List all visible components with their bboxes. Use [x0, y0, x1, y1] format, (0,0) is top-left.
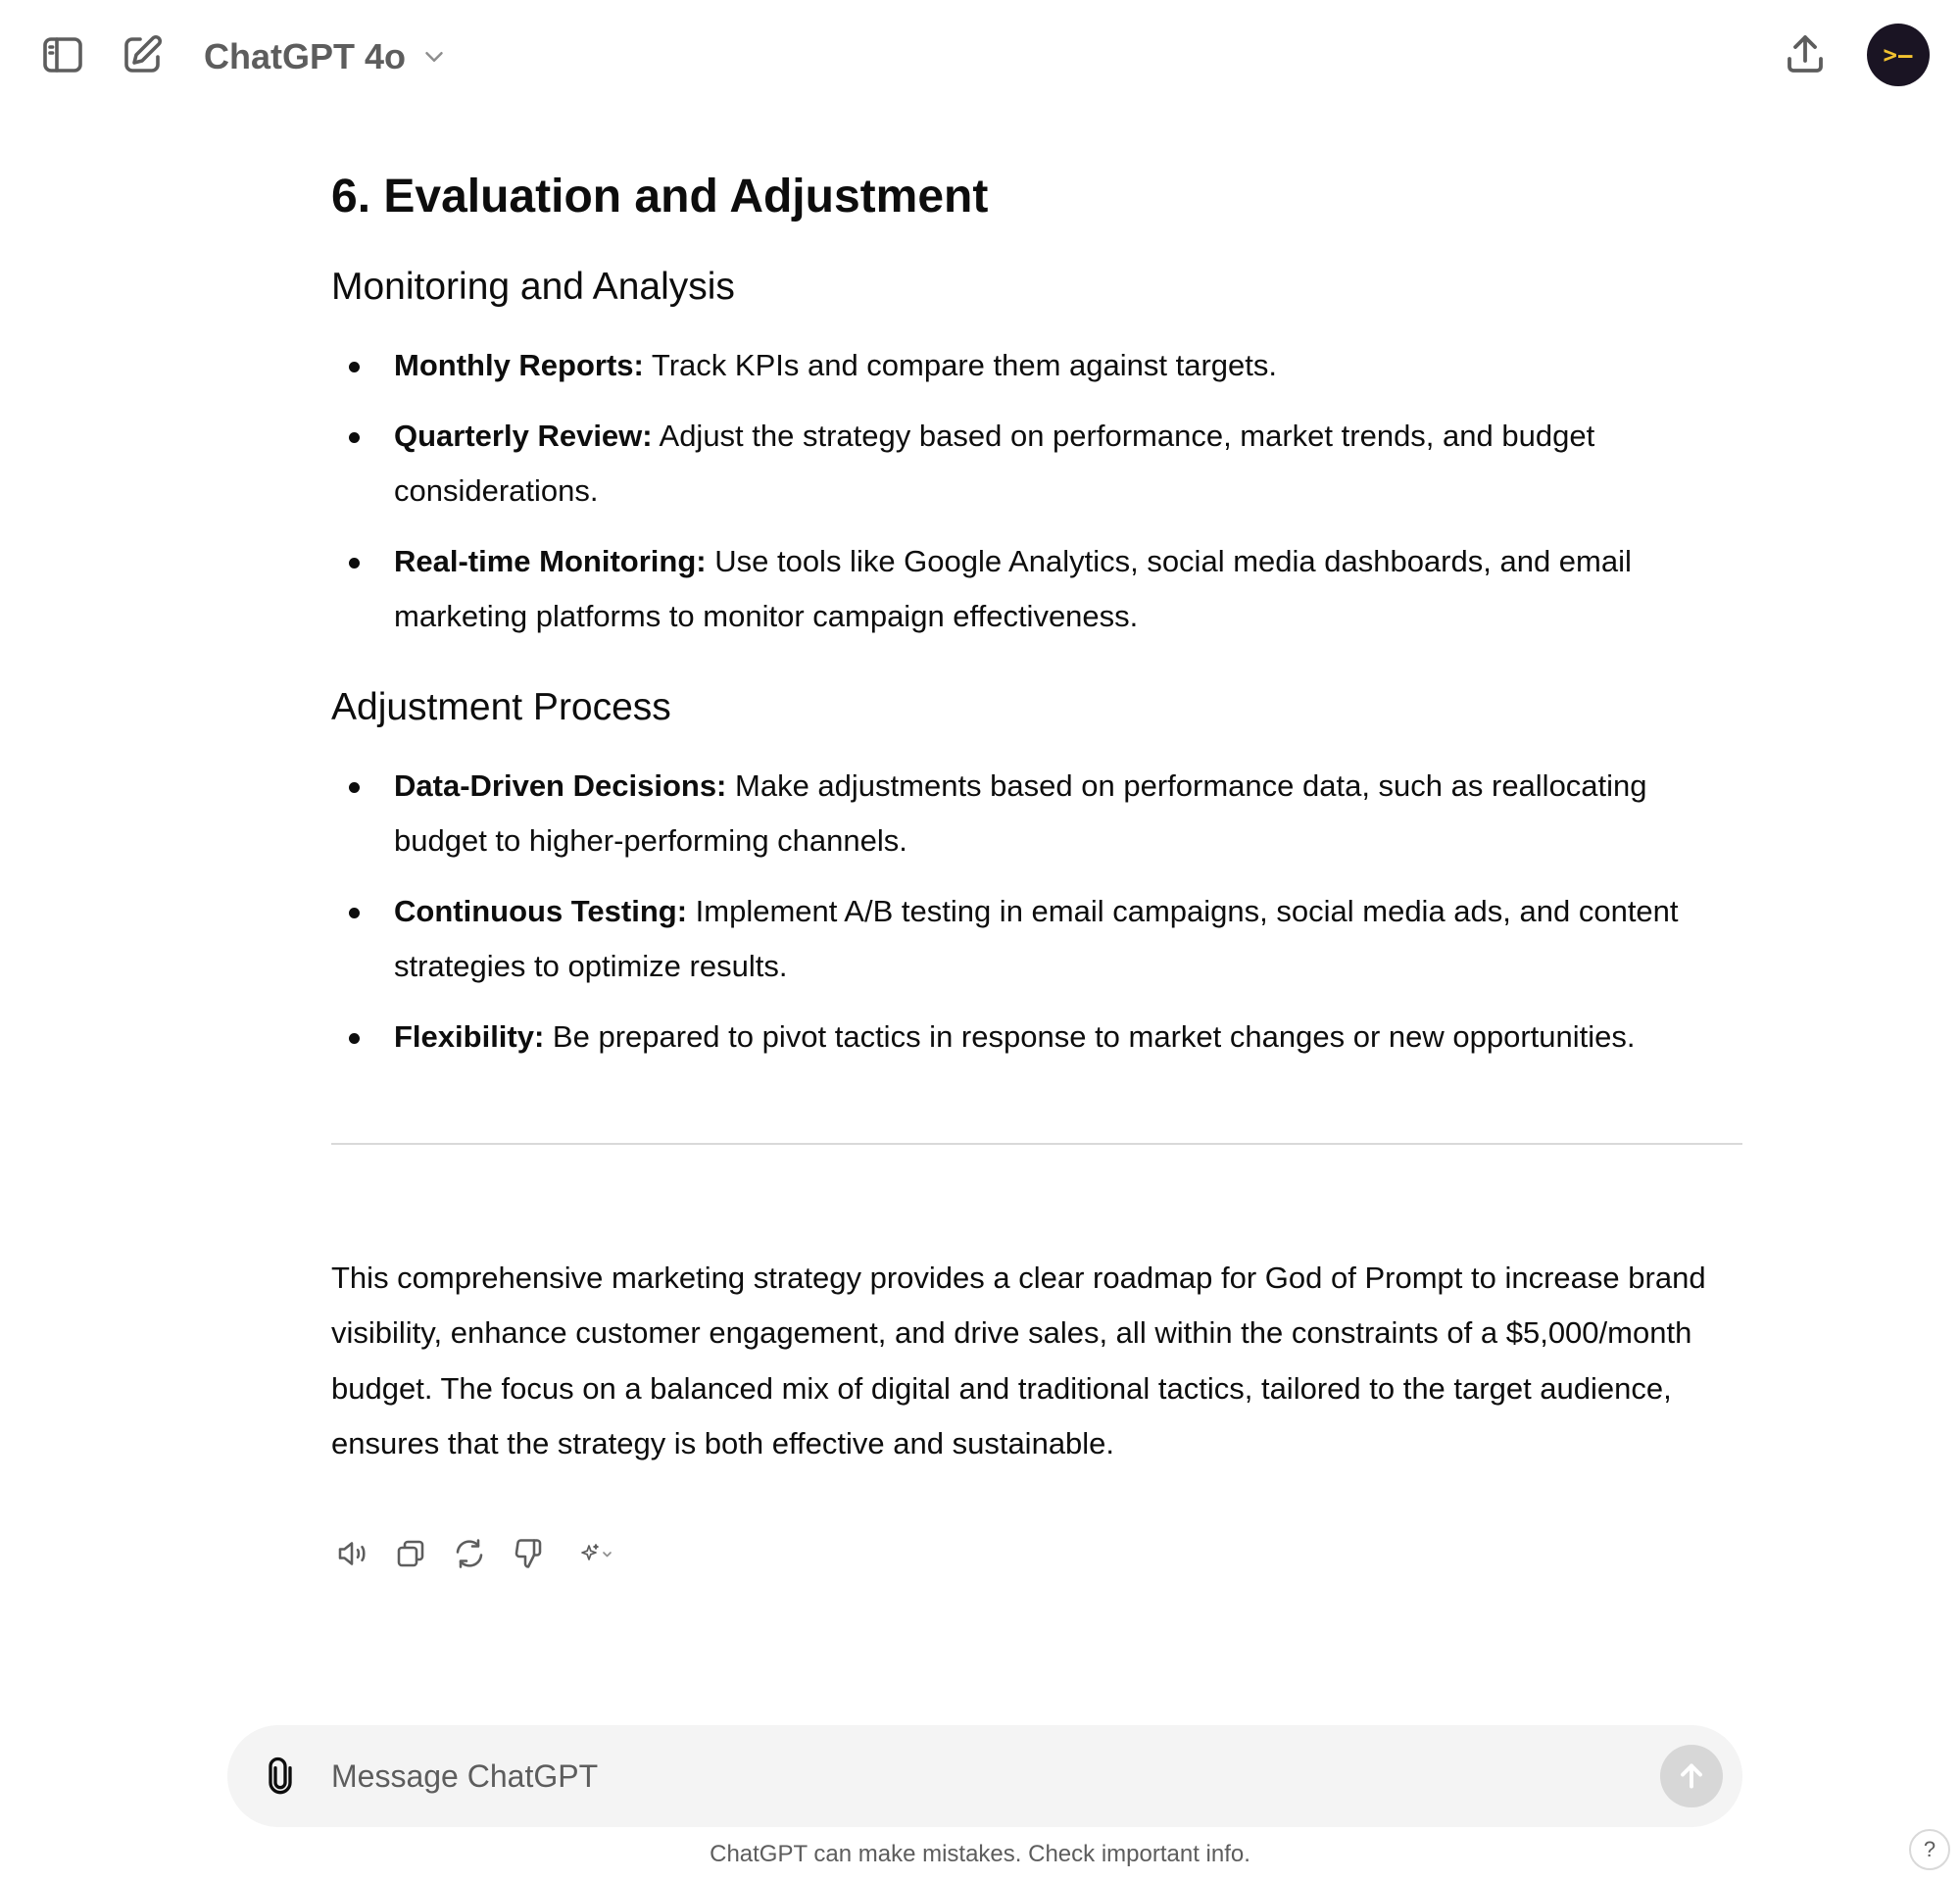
chevron-down-icon: [425, 52, 443, 62]
message-input[interactable]: [331, 1747, 1566, 1806]
attach-button[interactable]: [255, 1751, 306, 1802]
item-text: Track KPIs and compare them against targ…: [643, 348, 1278, 383]
item-label: Continuous Testing:: [394, 893, 688, 928]
read-aloud-icon: [338, 1542, 366, 1565]
item-label: Monthly Reports:: [394, 348, 644, 383]
section-title: 6. Evaluation and Adjustment: [331, 171, 989, 223]
share-icon: [1788, 35, 1823, 73]
item-label: Data-Driven Decisions:: [394, 767, 727, 803]
sparkle-icon: [581, 1544, 612, 1560]
list-item: Continuous Testing: Implement A/B testin…: [331, 884, 1742, 994]
list-item: Data-Driven Decisions: Make adjustments …: [331, 759, 1742, 868]
assistant-message: 6. Evaluation and Adjustment Monitoring …: [331, 167, 1742, 1472]
share-button[interactable]: [1774, 24, 1837, 86]
item-label: Flexibility:: [394, 1018, 545, 1054]
regenerate-button[interactable]: [449, 1533, 490, 1574]
item-label: Quarterly Review:: [394, 419, 653, 454]
item-text: Be prepared to pivot tactics in response…: [544, 1018, 1636, 1054]
sidebar-toggle-button[interactable]: [31, 24, 94, 86]
summary-paragraph: This comprehensive marketing strategy pr…: [331, 1260, 1706, 1461]
avatar-text: >–: [1883, 41, 1914, 69]
monitoring-list: Monthly Reports: Track KPIs and compare …: [331, 338, 1742, 644]
new-chat-button[interactable]: [111, 24, 173, 86]
message-actions: [331, 1533, 627, 1574]
thumbs-down-icon: [514, 1539, 542, 1568]
send-button[interactable]: [1660, 1745, 1723, 1807]
thumbs-down-button[interactable]: [508, 1533, 549, 1574]
disclaimer-text: ChatGPT can make mistakes. Check importa…: [710, 1841, 1250, 1867]
list-item: Monthly Reports: Track KPIs and compare …: [331, 338, 1742, 393]
message-composer: [227, 1725, 1742, 1827]
subsection-title-adjustment: Adjustment Process: [331, 686, 671, 729]
model-name: ChatGPT 4o: [204, 36, 407, 76]
horizontal-divider: [331, 1142, 1742, 1145]
top-bar: ChatGPT 4o >–: [0, 0, 1960, 113]
list-item: Real-time Monitoring: Use tools like Goo…: [331, 534, 1742, 644]
new-chat-icon: [124, 34, 163, 73]
paperclip-icon: [269, 1756, 292, 1795]
user-avatar[interactable]: >–: [1867, 24, 1930, 86]
arrow-up-icon: [1681, 1763, 1702, 1789]
item-label: Real-time Monitoring:: [394, 544, 707, 579]
list-item: Flexibility: Be prepared to pivot tactic…: [331, 1010, 1742, 1064]
regenerate-icon: [456, 1539, 483, 1568]
copy-button[interactable]: [390, 1533, 431, 1574]
subsection-title-monitoring: Monitoring and Analysis: [331, 266, 735, 309]
model-selector[interactable]: ChatGPT 4o: [204, 29, 449, 84]
read-aloud-button[interactable]: [331, 1533, 372, 1574]
list-item: Quarterly Review: Adjust the strategy ba…: [331, 409, 1742, 519]
copy-icon: [397, 1540, 424, 1567]
help-label: ?: [1923, 1837, 1936, 1861]
help-button[interactable]: ?: [1909, 1829, 1950, 1870]
adjustment-list: Data-Driven Decisions: Make adjustments …: [331, 759, 1742, 1064]
model-switch-button[interactable]: [566, 1533, 627, 1574]
sidebar-icon: [43, 37, 82, 73]
